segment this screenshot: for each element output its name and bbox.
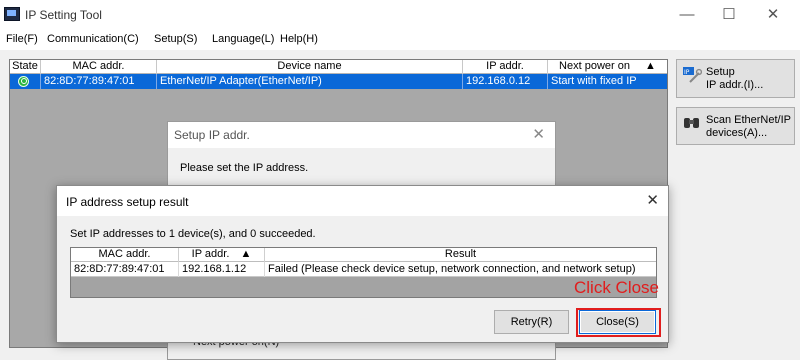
app-icon [4, 7, 20, 21]
sort-arrow-icon: ▲ [645, 60, 656, 72]
result-col-result[interactable]: Result [265, 248, 656, 262]
setup-dialog-message: Please set the IP address. [180, 162, 309, 174]
minimize-button[interactable]: — [666, 0, 708, 30]
setup-dialog-title: Setup IP addr. [174, 128, 250, 142]
result-list-header: MAC addr. IP addr. ▲ Result [71, 248, 656, 262]
result-dialog-titlebar: IP address setup result ✕ [57, 186, 668, 216]
sort-arrow-icon: ▲ [240, 248, 252, 260]
result-summary: Set IP addresses to 1 device(s), and 0 s… [70, 228, 316, 240]
close-button-highlight [576, 308, 661, 337]
scan-label-2: devices(A)... [706, 127, 768, 139]
result-dialog-close-icon[interactable]: ✕ [646, 191, 659, 209]
next-power-cell: Start with fixed IP [551, 75, 637, 87]
menu-bar: File(F) Communication(C) Setup(S) Langua… [0, 30, 800, 50]
svg-text:IP: IP [684, 69, 690, 76]
col-ip[interactable]: IP addr. [463, 60, 548, 74]
click-close-annotation: Click Close [574, 278, 660, 297]
result-list[interactable]: MAC addr. IP addr. ▲ Result 82:8D:77:89:… [70, 247, 657, 298]
result-mac-cell: 82:8D:77:89:47:01 [71, 262, 179, 277]
ip-cell: 192.168.0.12 [463, 74, 548, 89]
mac-cell: 82:8D:77:89:47:01 [41, 74, 157, 89]
scan-label-1: Scan EtherNet/IP [706, 114, 791, 126]
status-ok-icon [18, 76, 29, 87]
menu-setup[interactable]: Setup(S) [154, 33, 197, 45]
setup-dialog-titlebar: Setup IP addr. ✕ [168, 122, 555, 148]
device-name-cell: EtherNet/IP Adapter(EtherNet/IP) [157, 74, 463, 89]
device-row[interactable]: 82:8D:77:89:47:01 EtherNet/IP Adapter(Et… [10, 74, 667, 89]
result-col-ip-label: IP addr. [191, 248, 230, 260]
device-list-header: State MAC addr. Device name IP addr. Nex… [10, 60, 667, 74]
ip-setup-icon: IP [683, 67, 702, 83]
maximize-button[interactable]: ☐ [708, 0, 750, 30]
col-mac[interactable]: MAC addr. [41, 60, 157, 74]
col-next-power[interactable]: Next power on ▲ [548, 60, 667, 74]
state-cell [10, 74, 41, 89]
result-status-cell: Failed (Please check device setup, netwo… [268, 263, 636, 275]
scan-devices-button[interactable]: Scan EtherNet/IP devices(A)... [676, 107, 795, 145]
retry-button[interactable]: Retry(R) [494, 310, 569, 334]
setup-ip-button[interactable]: IP Setup IP addr.(I)... [676, 59, 795, 98]
menu-help[interactable]: Help(H) [280, 33, 318, 45]
setup-ip-label-1: Setup [706, 66, 735, 78]
col-device-name[interactable]: Device name [157, 60, 463, 74]
result-ip-cell: 192.168.1.12 [179, 262, 265, 277]
col-state[interactable]: State [10, 60, 41, 74]
result-row[interactable]: 82:8D:77:89:47:01 192.168.1.12 Failed (P… [71, 262, 656, 277]
binoculars-icon [684, 118, 699, 128]
menu-communication[interactable]: Communication(C) [47, 33, 139, 45]
col-next-power-label: Next power on [559, 60, 630, 72]
menu-language[interactable]: Language(L) [212, 33, 274, 45]
window-title: IP Setting Tool [25, 8, 102, 22]
setup-dialog-close-icon[interactable]: ✕ [532, 125, 545, 143]
setup-ip-label-2: IP addr.(I)... [706, 79, 764, 91]
result-col-ip[interactable]: IP addr. ▲ [179, 248, 265, 262]
close-window-button[interactable]: ✕ [752, 0, 794, 30]
result-col-mac[interactable]: MAC addr. [71, 248, 179, 262]
menu-file[interactable]: File(F) [6, 33, 38, 45]
title-bar: IP Setting Tool — ☐ ✕ [0, 0, 800, 30]
result-dialog-title: IP address setup result [66, 195, 189, 209]
